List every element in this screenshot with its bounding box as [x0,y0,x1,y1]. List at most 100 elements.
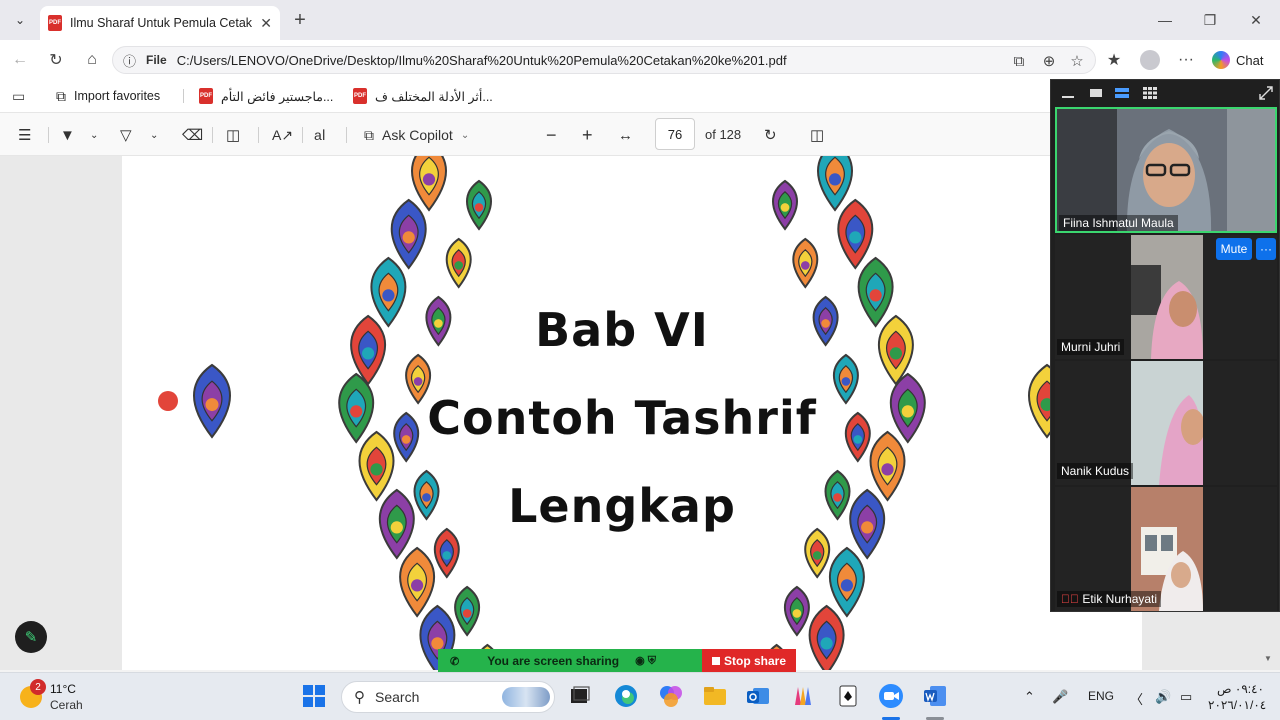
ornament-motif [792,237,819,289]
ornament-motif [445,237,472,289]
toolbar-divider [302,127,303,143]
back-icon[interactable]: ← [8,48,32,72]
ask-copilot-button[interactable]: ⧉ Ask Copilot ⌄ [364,125,469,145]
address-url: C:/Users/LENOVO/OneDrive/Desktop/Ilmu%20… [176,52,787,68]
edge-browser-icon[interactable] [613,683,639,709]
clock[interactable]: ٠٩:٤٠ ص ٢٠٢٦/٠١/٠٤ [1208,681,1266,713]
pencil-icon: ✎ [24,629,38,646]
page-view-icon[interactable]: ◫ [810,125,824,145]
rotate-icon[interactable]: ↻ [764,125,777,145]
import-favorites-link[interactable]: ⧉ Import favorites [56,88,160,105]
address-scheme: File [146,53,167,67]
fit-width-icon[interactable]: ↔ [618,125,633,145]
participant-name-4-text: Etik Nurhayati [1082,592,1158,606]
weather-badge: 2 [30,679,46,695]
gallery-view-icon[interactable] [1141,86,1159,100]
sharing-status[interactable]: ✆ You are screen sharing ◉ ⛨ [438,649,702,673]
tab-actions-chevron-icon[interactable]: ⌄ [8,8,32,32]
sidebar-toggle-icon[interactable]: ▭ [12,88,25,105]
favorites-icon[interactable]: ★ [1102,48,1126,72]
ornament-motif [889,372,926,444]
task-view-icon[interactable] [567,683,593,709]
address-bar[interactable]: ⓘ File C:/Users/LENOVO/OneDrive/Desktop/… [112,46,1096,74]
pdf-page: Bab VI Contoh Tashrif Lengkap [122,156,1142,670]
participant-video-3 [1131,361,1203,485]
window-close-icon[interactable]: ✕ [1246,10,1266,30]
weather-temperature: 11°C [50,682,76,696]
stop-icon [711,657,720,665]
participant-video-2 [1131,235,1203,359]
profile-avatar-icon[interactable] [1138,48,1162,72]
ornament-motif [193,363,231,439]
draw-icon[interactable]: ▽ [120,125,132,145]
new-tab-icon[interactable]: + [288,8,312,32]
participant-tile-3[interactable]: Nanik Kudus [1055,361,1277,485]
microphone-icon[interactable]: 🎤 [1052,689,1068,705]
highlight-icon[interactable]: ▼ [60,125,75,145]
copilot-chat-button[interactable]: Chat [1206,47,1274,73]
favorite-item-2[interactable]: PDF أثر الأدلة المختلف ف... [353,88,493,104]
chapter-title: Bab VI Contoh Tashrif Lengkap [422,286,822,550]
favorite-label-1: ماجستير فائض التأم... [221,89,334,104]
file-explorer-icon[interactable] [702,683,728,709]
info-icon[interactable]: ⓘ [123,51,136,70]
copilot-app-icon[interactable] [658,683,684,709]
translate-icon[interactable]: aا [314,125,326,145]
read-aloud-icon[interactable]: ⧉ [1009,51,1029,71]
ornament-motif [772,179,798,231]
minimize-icon[interactable]: — [1155,10,1175,30]
tab-close-icon[interactable]: ✕ [260,15,272,32]
participant-more-button[interactable]: ··· [1256,238,1276,260]
word-icon[interactable] [922,683,948,709]
zoom-in-icon[interactable]: + [582,125,593,145]
text-box-icon[interactable]: ◫ [226,125,240,145]
home-icon[interactable]: ⌂ [80,48,104,72]
windows-start-icon[interactable] [301,683,327,709]
tray-chevron-up-icon[interactable]: ⌃ [1024,689,1035,705]
chat-label: Chat [1236,52,1264,68]
restore-icon[interactable]: ❐ [1200,10,1220,30]
refresh-icon[interactable]: ↻ [44,48,68,72]
eraser-icon[interactable]: ⌫ [182,125,203,145]
participant-tile-1[interactable]: Fiina Ishmatul Maula [1055,107,1277,233]
expand-icon[interactable] [1257,86,1275,100]
colorful-app-icon[interactable] [790,683,816,709]
zoom-icon[interactable]: ⊕ [1039,51,1059,71]
mute-participant-button[interactable]: Mute [1216,238,1252,260]
toolbar-divider [258,127,259,143]
solitaire-icon[interactable] [835,683,861,709]
favorite-item-1[interactable]: PDF ماجستير فائض التأم... [199,88,333,104]
ornament-motif [783,585,810,637]
speaker-view-icon[interactable] [1087,86,1105,100]
tab-active[interactable]: PDF Ilmu Sharaf Untuk Pemula Cetakan ke … [40,6,280,40]
participant-tile-4[interactable]: 🎤⃠ Etik Nurhayati [1055,487,1277,611]
zoom-out-icon[interactable]: − [546,125,557,145]
ornament-motif [454,585,481,637]
highlight-dropdown-icon[interactable]: ⌄ [90,125,98,145]
language-indicator[interactable]: ENG [1088,689,1114,703]
volume-icon[interactable]: 🔊 [1155,689,1171,705]
scroll-down-icon[interactable]: ▼ [1264,654,1274,663]
strip-view-icon[interactable] [1113,86,1131,100]
participant-name-3: Nanik Kudus [1057,463,1134,479]
draw-dropdown-icon[interactable]: ⌄ [150,125,158,145]
ornament-motif [849,488,886,560]
battery-icon[interactable]: ▭ [1180,689,1192,705]
taskbar-search-box[interactable]: ⚲ Search [341,681,555,713]
ornament-motif [370,256,407,328]
network-icon[interactable]: 〈 [1130,689,1143,708]
page-number-input[interactable]: 76 [655,118,695,150]
ornament-motif [817,156,853,212]
contents-list-icon[interactable]: ☰ [18,125,31,145]
ornament-motif [399,546,436,618]
more-options-icon[interactable]: ··· [1174,48,1198,72]
stop-share-button[interactable]: Stop share [702,649,796,673]
zoom-app-icon[interactable] [878,683,904,709]
read-aloud-icon[interactable]: A↗ [272,125,293,145]
minimize-panel-icon[interactable] [1059,86,1077,100]
favorite-star-icon[interactable]: ☆ [1067,51,1087,71]
ornament-motif [869,430,906,502]
outlook-icon[interactable] [745,683,771,709]
edit-fab-button[interactable]: ✎ [15,621,47,653]
chapter-title-line-2: Contoh Tashrif [427,391,817,445]
